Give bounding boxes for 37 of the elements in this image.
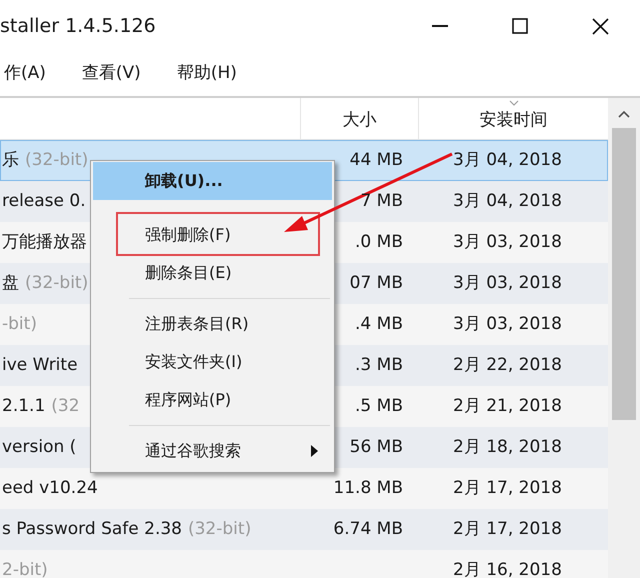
- bitness-label: 2-bit): [2, 558, 48, 578]
- program-name: ive Write: [2, 354, 78, 377]
- bitness-label: (32-bit): [25, 272, 88, 295]
- date-cell: 2月 17, 2018: [453, 518, 562, 539]
- program-name: release 0.: [2, 190, 86, 213]
- date-cell: 2月 16, 2018: [453, 560, 562, 578]
- bitness-label: (32-bit): [188, 518, 252, 541]
- program-name: eed v10.24: [2, 476, 98, 500]
- date-cell: 2月 21, 2018: [453, 396, 562, 416]
- program-name: 乐: [2, 148, 19, 172]
- date-cell: 2月 22, 2018: [453, 354, 562, 375]
- size-cell-text: .5 MB: [355, 394, 403, 418]
- date-cell: 3月 04, 2018: [453, 190, 562, 211]
- bitness-label: (32: [51, 394, 80, 418]
- bitness-label: (32-bit): [25, 148, 88, 172]
- program-name: 盘: [2, 272, 19, 295]
- size-cell-text: 56 MB: [350, 436, 403, 459]
- program-name: version (: [2, 436, 76, 459]
- size-cell-text: 07 MB: [350, 272, 403, 295]
- size-cell-text: .3 MB: [355, 354, 403, 377]
- date-cell: 3月 04, 2018: [453, 150, 562, 170]
- size-cell-text: 11.8 MB: [333, 476, 403, 500]
- bitness-label: -bit): [2, 312, 37, 336]
- program-name: s Password Safe 2.38: [2, 518, 182, 541]
- size-cell-text: .4 MB: [355, 312, 403, 336]
- date-cell: 2月 18, 2018: [453, 436, 562, 457]
- program-name: 万能播放器: [2, 230, 87, 254]
- size-cell-text: 7 MB: [360, 190, 403, 213]
- window-title: staller 1.4.5.126: [0, 14, 157, 39]
- program-name: 2.1.1: [2, 394, 46, 418]
- size-cell-text: .0 MB: [355, 230, 403, 254]
- date-cell: 2月 17, 2018: [453, 478, 562, 498]
- date-cell: 3月 03, 2018: [453, 314, 562, 334]
- size-cell-text: 44 MB: [350, 148, 403, 172]
- size-cell-text: 6.74 MB: [333, 518, 403, 541]
- date-cell: 3月 03, 2018: [453, 272, 562, 293]
- date-cell: 3月 03, 2018: [453, 232, 562, 252]
